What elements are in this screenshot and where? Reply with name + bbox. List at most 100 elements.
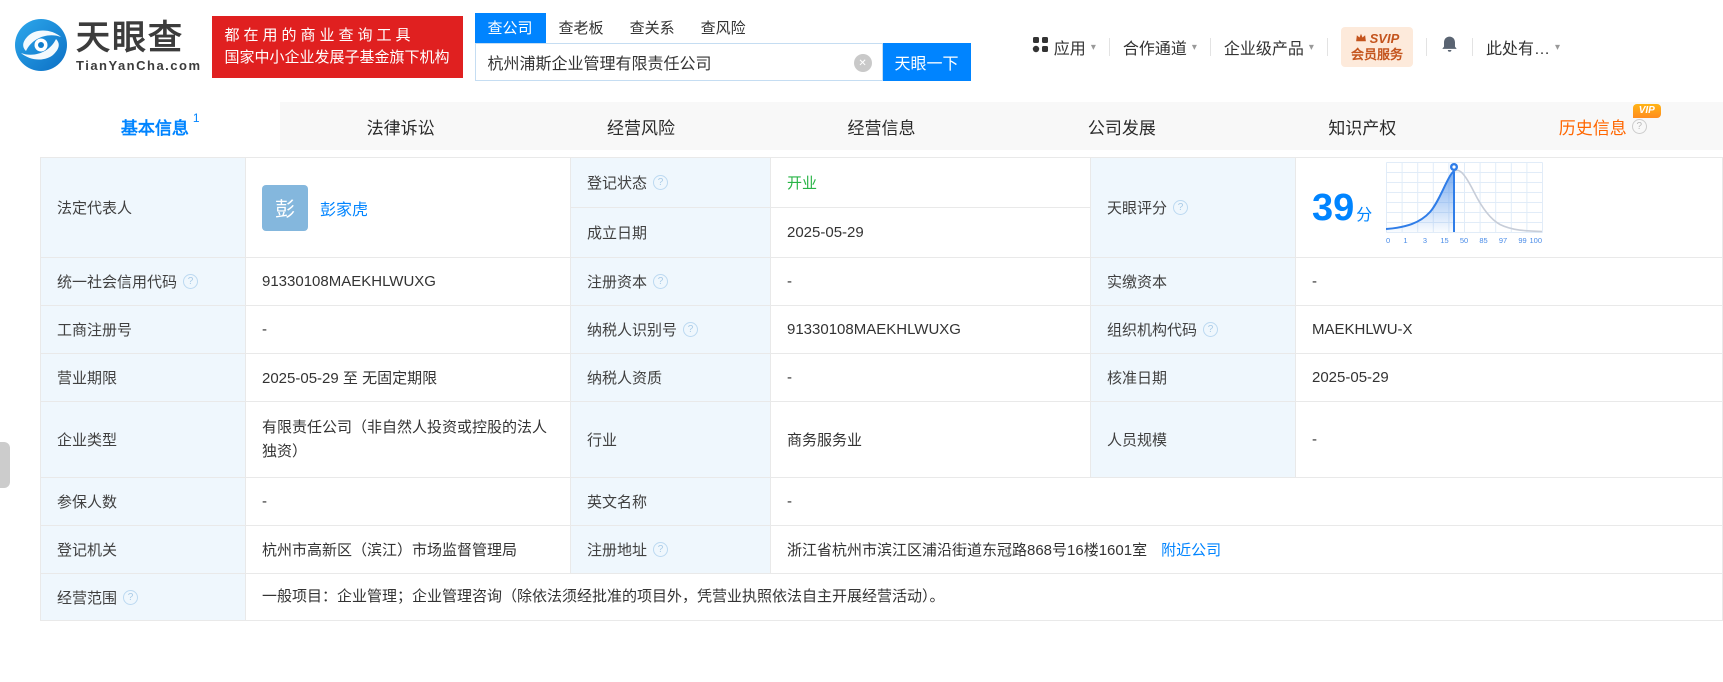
- apps-grid-icon: [1032, 36, 1049, 58]
- left-scroll-handle[interactable]: [0, 442, 10, 488]
- notifications-bell[interactable]: [1440, 35, 1459, 59]
- legal-rep-avatar[interactable]: 彭: [262, 184, 308, 231]
- svg-text:0: 0: [1386, 236, 1390, 245]
- svg-text:100: 100: [1530, 236, 1543, 245]
- tab-count-badge: 1: [192, 111, 200, 125]
- help-icon[interactable]: ?: [183, 274, 199, 289]
- field-taxpayer-quality-value: -: [771, 354, 1091, 402]
- table-row: 工商注册号 - 纳税人识别号 ? 91330108MAEKHLWUXG 组织机构…: [41, 306, 1723, 354]
- field-credit-code-value: 91330108MAEKHLWUXG: [246, 258, 571, 306]
- table-row: 成立日期 2025-05-29: [571, 208, 1091, 258]
- divider: [1108, 38, 1110, 56]
- field-reg-address-value: 浙江省杭州市滨江区浦沿街道东冠路868号16楼1601室 附近公司: [771, 526, 1723, 574]
- help-icon[interactable]: ?: [683, 322, 699, 337]
- menu-apps[interactable]: 应用 ▾: [1032, 35, 1096, 59]
- svg-text:97: 97: [1499, 236, 1507, 245]
- search-input[interactable]: [475, 44, 882, 80]
- table-row: 营业期限 2025-05-29 至 无固定期限 纳税人资质 - 核准日期 202…: [41, 354, 1723, 402]
- field-company-type-label: 企业类型: [41, 402, 246, 478]
- search-tabs: 查公司 查老板 查关系 查风险: [474, 13, 971, 43]
- field-reg-status-label: 登记状态 ?: [571, 158, 771, 208]
- divider: [1471, 38, 1473, 56]
- slogan-banner: 都在用的商业查询工具 国家中小企业发展子基金旗下机构: [211, 16, 463, 78]
- field-reg-capital-value: -: [771, 258, 1091, 306]
- field-org-code-value: MAEKHLWU-X: [1296, 306, 1723, 354]
- svg-text:1: 1: [1404, 236, 1408, 245]
- field-approval-date-value: 2025-05-29: [1296, 354, 1723, 402]
- help-icon[interactable]: ?: [1631, 118, 1647, 134]
- help-icon[interactable]: ?: [1173, 200, 1189, 215]
- slogan-line2: 国家中小企业发展子基金旗下机构: [224, 49, 450, 66]
- svip-member-badge[interactable]: SVIP 会员服务: [1340, 26, 1413, 68]
- menu-enterprise-products[interactable]: 企业级产品 ▾: [1224, 35, 1314, 59]
- tab-history-info[interactable]: VIP 历史信息 ?: [1483, 102, 1723, 150]
- field-paid-capital-label: 实缴资本: [1091, 258, 1296, 306]
- menu-cooperation[interactable]: 合作通道 ▾: [1123, 35, 1197, 59]
- search-area: 查公司 查老板 查关系 查风险 ✕ 天眼一下: [474, 13, 971, 81]
- field-paid-capital-value: -: [1296, 258, 1723, 306]
- tab-business-risk[interactable]: 经营风险: [521, 102, 761, 150]
- svg-text:15: 15: [1441, 236, 1449, 245]
- field-reg-authority-label: 登记机关: [41, 526, 246, 574]
- field-reg-number-value: -: [246, 306, 571, 354]
- field-insured-count-value: -: [246, 478, 571, 526]
- crown-icon: [1355, 31, 1367, 47]
- logo[interactable]: 天眼查 TianYanCha.com: [14, 18, 202, 77]
- clear-search-icon[interactable]: ✕: [853, 54, 872, 72]
- legal-rep-link[interactable]: 彭家虎: [320, 196, 368, 220]
- chevron-down-icon: ▾: [1308, 41, 1314, 53]
- chevron-down-icon: ▾: [1090, 41, 1096, 53]
- divider: [1326, 38, 1328, 56]
- basic-info-table: 法定代表人 彭 彭家虎 登记状态 ? 开业 成立日期 2025-05-29 天眼…: [40, 157, 1723, 621]
- field-reg-authority-value: 杭州市高新区（滨江）市场监督管理局: [246, 526, 571, 574]
- table-row: 法定代表人 彭 彭家虎 登记状态 ? 开业 成立日期 2025-05-29 天眼…: [41, 158, 1723, 258]
- menu-more[interactable]: 此处有… ▾: [1486, 35, 1560, 59]
- slogan-line1: 都在用的商业查询工具: [224, 27, 415, 45]
- search-tab-company[interactable]: 查公司: [474, 13, 546, 43]
- help-icon[interactable]: ?: [1203, 322, 1219, 337]
- field-industry-value: 商务服务业: [771, 402, 1091, 478]
- field-credit-code-label: 统一社会信用代码 ?: [41, 258, 246, 306]
- field-score-label: 天眼评分 ?: [1091, 158, 1296, 258]
- field-business-scope-value: 一般项目：企业管理；企业管理咨询（除依法须经批准的项目外，凭营业执照依法自主开展…: [246, 574, 1723, 621]
- search-tab-boss[interactable]: 查老板: [546, 13, 617, 43]
- tab-legal-litigation[interactable]: 法律诉讼: [280, 102, 520, 150]
- chevron-down-icon: ▾: [1191, 41, 1197, 53]
- field-english-name-label: 英文名称: [571, 478, 771, 526]
- bell-icon: [1440, 35, 1459, 59]
- svg-text:85: 85: [1480, 236, 1488, 245]
- tab-basic-info[interactable]: 基本信息 1: [40, 102, 281, 150]
- search-button[interactable]: 天眼一下: [882, 43, 971, 81]
- field-english-name-value: -: [771, 478, 1723, 526]
- field-reg-number-label: 工商注册号: [41, 306, 246, 354]
- field-org-code-label: 组织机构代码 ?: [1091, 306, 1296, 354]
- header: 天眼查 TianYanCha.com 都在用的商业查询工具 国家中小企业发展子基…: [0, 0, 1723, 94]
- search-tab-relation[interactable]: 查关系: [617, 13, 688, 43]
- score-number: 39: [1312, 186, 1355, 229]
- nearby-companies-link[interactable]: 附近公司: [1161, 539, 1221, 560]
- brand-name: 天眼查: [76, 19, 184, 57]
- field-staff-size-value: -: [1296, 402, 1723, 478]
- field-industry-label: 行业: [571, 402, 771, 478]
- top-menu: 应用 ▾ 合作通道 ▾ 企业级产品 ▾ SVIP 会员服务 此处有… ▾: [1032, 26, 1723, 68]
- help-icon[interactable]: ?: [653, 175, 669, 190]
- field-business-scope-label: 经营范围 ?: [41, 574, 246, 621]
- table-row: 统一社会信用代码 ? 91330108MAEKHLWUXG 注册资本 ? - 实…: [41, 258, 1723, 306]
- field-taxpayer-id-label: 纳税人识别号 ?: [571, 306, 771, 354]
- search-tab-risk[interactable]: 查风险: [688, 13, 759, 43]
- field-company-type-value: 有限责任公司（非自然人投资或控股的法人独资）: [246, 402, 571, 478]
- field-score-value: 39 分 0 1 3 15 50 85 97 99 100: [1296, 158, 1723, 258]
- tab-company-development[interactable]: 公司发展: [1002, 102, 1242, 150]
- tab-intellectual-property[interactable]: 知识产权: [1242, 102, 1482, 150]
- help-icon[interactable]: ?: [653, 274, 669, 289]
- field-taxpayer-quality-label: 纳税人资质: [571, 354, 771, 402]
- help-icon[interactable]: ?: [653, 542, 669, 557]
- svg-text:99: 99: [1519, 236, 1527, 245]
- search-box: ✕: [474, 43, 883, 81]
- tianyancha-logo-icon: [14, 18, 68, 77]
- help-icon[interactable]: ?: [123, 589, 139, 605]
- field-legal-rep-label: 法定代表人: [41, 158, 246, 258]
- tab-business-info[interactable]: 经营信息: [761, 102, 1001, 150]
- field-insured-count-label: 参保人数: [41, 478, 246, 526]
- score-distribution-chart: 0 1 3 15 50 85 97 99 100: [1386, 161, 1551, 254]
